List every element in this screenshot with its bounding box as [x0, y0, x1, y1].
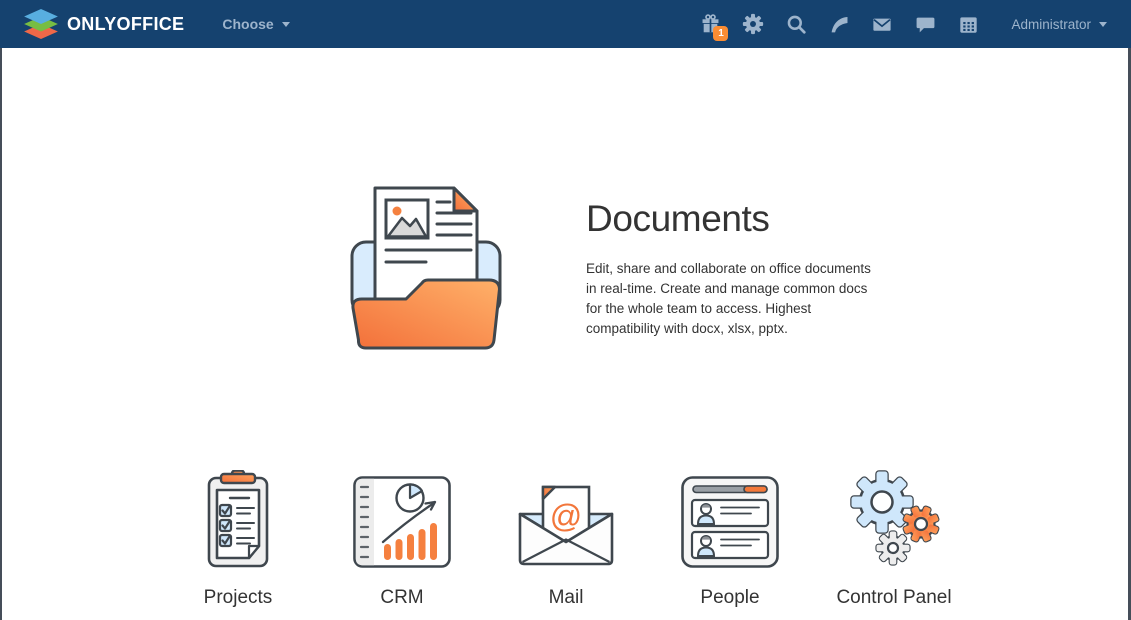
documents-title[interactable]: Documents — [586, 198, 886, 240]
settings-button[interactable] — [740, 11, 766, 37]
mail-button[interactable] — [869, 11, 895, 37]
user-menu[interactable]: Administrator — [1011, 17, 1107, 32]
mail-icon — [871, 14, 893, 35]
mail-art: @ — [516, 468, 616, 568]
gift-badge: 1 — [713, 26, 728, 41]
search-button[interactable] — [783, 11, 809, 37]
calendar-icon — [958, 14, 979, 35]
portal-page: ONLYOFFICE Choose 1 — [0, 0, 1131, 620]
documents-description: Edit, share and collaborate on office do… — [586, 259, 876, 339]
mail-label: Mail — [549, 587, 584, 609]
logo-text: ONLYOFFICE — [67, 14, 184, 35]
window-border-left — [0, 48, 2, 620]
search-icon — [786, 14, 807, 35]
choose-dropdown[interactable]: Choose — [222, 16, 289, 32]
onlyoffice-logo[interactable]: ONLYOFFICE — [24, 9, 184, 39]
onlyoffice-layers-icon — [24, 9, 58, 39]
crm-label: CRM — [380, 587, 423, 609]
mail-envelope-icon: @ — [516, 484, 616, 568]
talk-button[interactable] — [912, 11, 938, 37]
svg-text:@: @ — [550, 498, 582, 534]
topbar-icon-group: 1 — [697, 11, 981, 37]
module-projects[interactable]: Projects — [156, 468, 320, 609]
chevron-down-icon — [282, 22, 290, 27]
module-control-panel[interactable]: Control Panel — [812, 468, 976, 609]
documents-module-tile[interactable] — [350, 186, 502, 358]
projects-art — [207, 468, 269, 568]
module-people[interactable]: People — [648, 468, 812, 609]
chevron-down-icon — [1099, 22, 1107, 27]
people-label: People — [700, 587, 759, 609]
control-panel-label: Control Panel — [836, 587, 951, 609]
feed-button[interactable] — [826, 11, 852, 37]
modules-row: Projects — [156, 468, 976, 609]
feed-icon — [829, 14, 850, 35]
calendar-button[interactable] — [955, 11, 981, 37]
crm-chart-icon — [353, 476, 451, 568]
people-art — [681, 468, 779, 568]
documents-hero: Documents Edit, share and collaborate on… — [350, 186, 886, 358]
chat-bubble-icon — [915, 14, 936, 35]
crm-art — [353, 468, 451, 568]
top-navigation-bar: ONLYOFFICE Choose 1 — [0, 0, 1131, 48]
gear-icon — [742, 13, 764, 35]
choose-label: Choose — [222, 16, 273, 32]
control-panel-art — [846, 468, 942, 568]
projects-label: Projects — [204, 587, 273, 609]
people-contacts-icon — [681, 476, 779, 568]
module-mail[interactable]: @ Mail — [484, 468, 648, 609]
control-panel-gears-icon — [846, 468, 942, 568]
documents-folder-icon — [350, 186, 502, 358]
module-crm[interactable]: CRM — [320, 468, 484, 609]
documents-hero-text: Documents Edit, share and collaborate on… — [586, 186, 886, 358]
projects-clipboard-icon — [207, 470, 269, 568]
user-name-label: Administrator — [1011, 17, 1091, 32]
gift-button[interactable]: 1 — [697, 11, 723, 37]
